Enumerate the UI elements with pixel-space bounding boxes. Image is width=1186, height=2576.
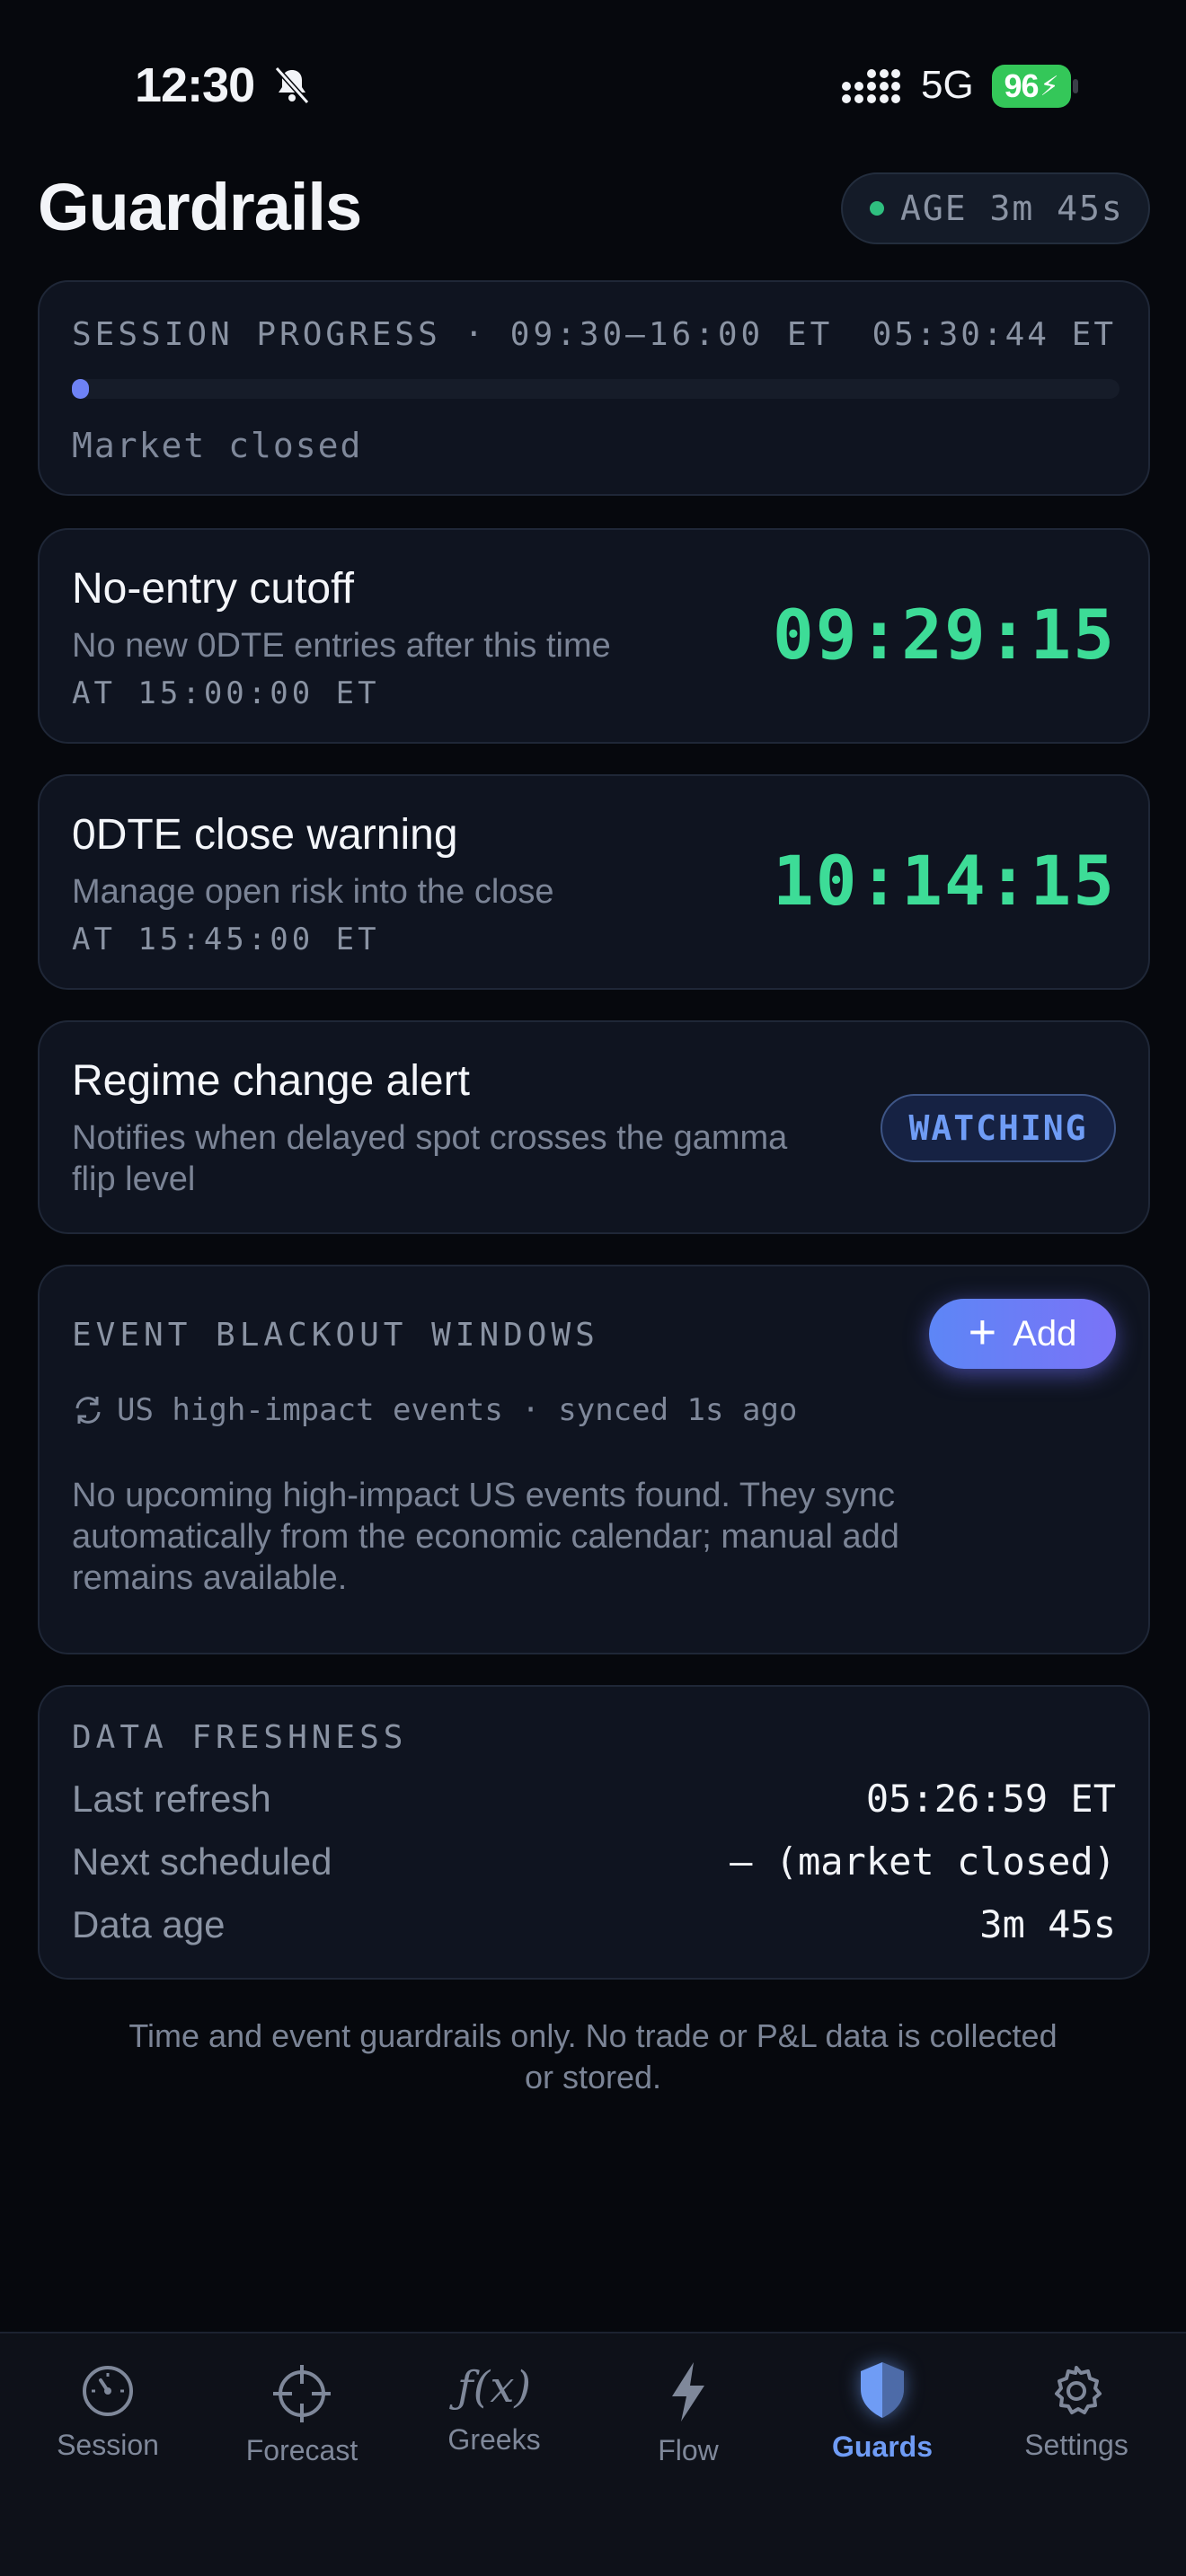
tab-label: Guards	[831, 2430, 934, 2463]
freshness-row: Next scheduled — (market closed)	[72, 1839, 1116, 1883]
guard-title: 0DTE close warning	[72, 811, 458, 859]
guard-countdown: 09:29:15	[772, 595, 1116, 675]
tab-label: Forecast	[245, 2434, 358, 2466]
disclaimer-note: Time and event guardrails only. No trade…	[90, 2016, 1096, 2098]
close-warning-card[interactable]: 0DTE close warning Manage open risk into…	[38, 774, 1150, 990]
freshness-row: Last refresh 05:26:59 ET	[72, 1777, 1116, 1821]
tab-guards[interactable]: Guards	[792, 2359, 972, 2464]
data-freshness-card: DATA FRESHNESS Last refresh 05:26:59 ET …	[38, 1685, 1150, 1980]
bolt-icon	[672, 2362, 704, 2422]
battery-charging-icon: 96 ⚡	[992, 65, 1078, 108]
guard-time: AT 15:45:00 ET	[72, 922, 380, 957]
regime-subtitle-line1: Notifies when delayed spot crosses the g…	[72, 1119, 788, 1157]
watching-badge: WATCHING	[881, 1094, 1116, 1162]
session-progress-fill	[72, 379, 89, 399]
add-button-label: Add	[1013, 1313, 1077, 1354]
guard-time: AT 15:00:00 ET	[72, 675, 380, 711]
blackout-empty-line2: automatically from the economic calendar…	[72, 1518, 899, 1556]
freshness-row-label: Next scheduled	[72, 1840, 332, 1883]
guard-countdown: 10:14:15	[772, 841, 1116, 921]
tab-label: Greeks	[447, 2423, 541, 2456]
bell-slash-icon	[274, 66, 310, 105]
disclaimer-line1: Time and event guardrails only. No trade…	[128, 2017, 1058, 2054]
freshness-row: Data age 3m 45s	[72, 1902, 1116, 1946]
signal-icon	[842, 69, 900, 103]
status-time: 12:30	[135, 58, 255, 112]
sync-status: US high-impact events · synced 1s ago	[117, 1392, 798, 1428]
tab-session[interactable]: Session	[18, 2362, 198, 2462]
tab-settings[interactable]: Settings	[987, 2362, 1166, 2462]
freshness-row-value: 05:26:59 ET	[865, 1777, 1116, 1821]
session-progress-card: SESSION PROGRESS · 09:30–16:00 ET 05:30:…	[38, 280, 1150, 496]
session-label: SESSION PROGRESS · 09:30–16:00 ET	[72, 316, 834, 353]
freshness-label: DATA FRESHNESS	[72, 1719, 408, 1756]
blackout-empty-line1: No upcoming high-impact US events found.…	[72, 1477, 895, 1514]
market-status: Market closed	[72, 426, 363, 465]
tab-label: Flow	[658, 2434, 719, 2466]
gauge-icon	[83, 2366, 133, 2416]
event-blackout-card: EVENT BLACKOUT WINDOWS + Add US high-imp…	[38, 1265, 1150, 1654]
blackout-label: EVENT BLACKOUT WINDOWS	[72, 1317, 599, 1354]
crosshair-icon	[273, 2365, 331, 2422]
battery-level: 96	[1004, 67, 1039, 104]
gear-icon	[1055, 2366, 1102, 2414]
age-badge: AGE 3m 45s	[841, 172, 1150, 244]
freshness-row-label: Data age	[72, 1903, 226, 1945]
network-type: 5G	[921, 63, 974, 107]
tab-flow[interactable]: Flow	[598, 2359, 778, 2467]
live-dot-icon	[870, 201, 884, 216]
tab-label: Session	[57, 2429, 159, 2461]
blackout-empty-line3: remains available.	[72, 1559, 348, 1597]
plus-icon: +	[968, 1305, 997, 1359]
freshness-row-value: 3m 45s	[979, 1902, 1116, 1946]
session-progress-bar	[72, 379, 1120, 399]
tab-forecast[interactable]: Forecast	[212, 2362, 392, 2467]
no-entry-cutoff-card[interactable]: No-entry cutoff No new 0DTE entries afte…	[38, 528, 1150, 744]
tab-greeks[interactable]: ƒ(x) Greeks	[404, 2360, 584, 2457]
freshness-row-value: — (market closed)	[730, 1839, 1116, 1883]
freshness-row-label: Last refresh	[72, 1778, 271, 1820]
guard-subtitle: No new 0DTE entries after this time	[72, 627, 611, 665]
regime-subtitle-line2: flip level	[72, 1160, 196, 1198]
age-label: AGE 3m 45s	[900, 189, 1124, 228]
guard-subtitle: Manage open risk into the close	[72, 873, 554, 911]
add-blackout-button[interactable]: + Add	[929, 1299, 1116, 1369]
tab-bar: Session Forecast ƒ(x) Greeks Flow Guards	[0, 2332, 1186, 2576]
sync-icon	[75, 1397, 101, 1424]
regime-alert-card[interactable]: Regime change alert Notifies when delaye…	[38, 1020, 1150, 1234]
guard-title: No-entry cutoff	[72, 565, 354, 613]
regime-title: Regime change alert	[72, 1057, 470, 1105]
function-icon: ƒ(x)	[456, 2362, 532, 2413]
tab-label: Settings	[1024, 2429, 1128, 2461]
page-title: Guardrails	[38, 170, 362, 244]
shield-icon	[861, 2362, 904, 2418]
session-clock: 05:30:44 ET	[872, 316, 1116, 353]
disclaimer-line2: or stored.	[524, 2059, 662, 2095]
